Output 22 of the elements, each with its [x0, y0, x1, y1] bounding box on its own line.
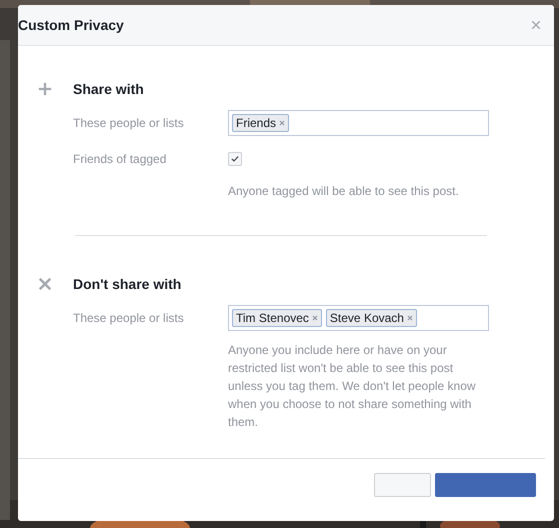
- field-label: These people or lists: [73, 115, 185, 132]
- people-input-field[interactable]: Tim Stenovec Steve Kovach: [228, 305, 489, 331]
- secondary-button[interactable]: [374, 473, 431, 497]
- remove-icon[interactable]: [310, 314, 319, 322]
- option-label: Friends of tagged: [73, 151, 168, 168]
- remove-icon[interactable]: [278, 119, 286, 127]
- token-label: Tim Stenovec: [236, 311, 309, 325]
- section-heading: Don't share with: [73, 276, 182, 292]
- help-text: Anyone you include here or have on your restricted list won't be able to see this post unless you tag them. We don't let people know when you choose to not share something with them.: [228, 342, 477, 431]
- token-label: Friends: [236, 116, 276, 130]
- checkbox[interactable]: [228, 152, 242, 166]
- dialog-title: Custom Privacy: [18, 17, 124, 33]
- token-label: Steve Kovach: [330, 311, 404, 325]
- check-mark: [230, 154, 240, 164]
- remove-icon[interactable]: [406, 314, 414, 322]
- help-text: Anyone tagged will be able to see this post.: [228, 183, 460, 200]
- plus-icon: [38, 82, 52, 96]
- people-input-field[interactable]: Friends: [228, 110, 489, 136]
- field-label: These people or lists: [73, 310, 185, 327]
- close-icon[interactable]: [530, 19, 542, 31]
- section-heading: Share with: [73, 81, 144, 97]
- cross-icon: [38, 277, 52, 291]
